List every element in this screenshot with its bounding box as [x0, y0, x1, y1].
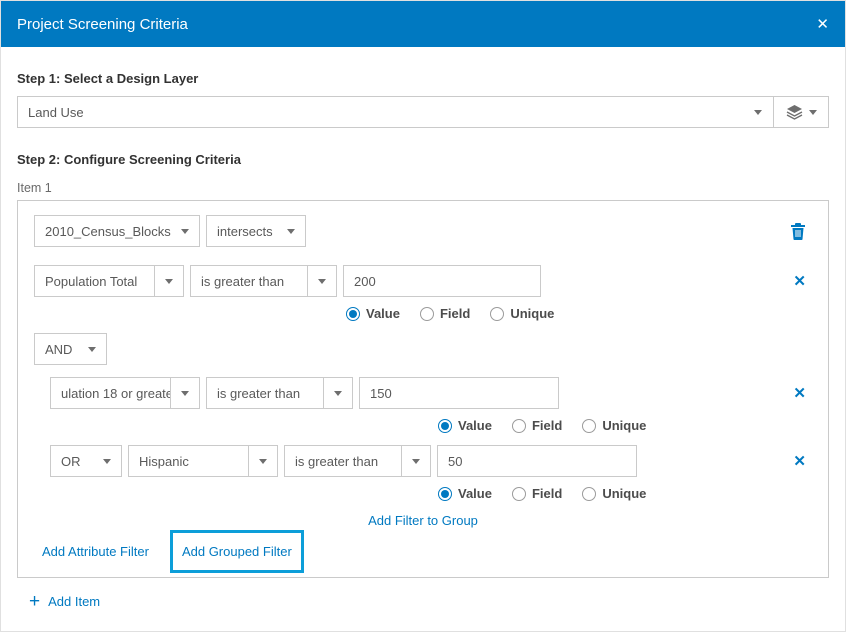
- add-filter-to-group-link[interactable]: Add Filter to Group: [368, 513, 478, 528]
- add-grouped-filter-link[interactable]: Add Grouped Filter: [182, 544, 292, 559]
- project-screening-dialog: Project Screening Criteria ✕ Step 1: Sel…: [0, 0, 846, 632]
- dialog-title: Project Screening Criteria: [17, 16, 188, 33]
- chevron-down-icon: [171, 216, 199, 246]
- filter1-mode-radios: Value Field Unique: [346, 306, 812, 321]
- spatial-relation-value: intersects: [207, 216, 277, 246]
- add-item-label: Add Item: [48, 594, 100, 609]
- layers-icon: [786, 104, 803, 120]
- item-label: Item 1: [17, 181, 829, 195]
- chevron-down-icon: [170, 378, 199, 408]
- add-grouped-filter-highlight: Add Grouped Filter: [170, 530, 304, 573]
- radio-value-label: Value: [458, 418, 492, 433]
- filter3-field-dropdown[interactable]: Hispanic: [128, 445, 278, 477]
- radio-field-label: Field: [440, 306, 470, 321]
- radio-option-unique[interactable]: Unique: [582, 418, 646, 433]
- radio-icon[interactable]: [582, 419, 596, 433]
- radio-icon[interactable]: [512, 487, 526, 501]
- radio-icon[interactable]: [582, 487, 596, 501]
- filter-group: ulation 18 or greater is greater than ✕ …: [50, 377, 812, 501]
- filter2-field-value: ulation 18 or greater: [51, 378, 170, 408]
- radio-value-label: Value: [366, 306, 400, 321]
- filter3-value-input[interactable]: [437, 445, 637, 477]
- dialog-header: Project Screening Criteria ✕: [1, 1, 845, 47]
- filter2-row: ulation 18 or greater is greater than ✕: [50, 377, 812, 409]
- radio-icon[interactable]: [512, 419, 526, 433]
- filter3-mode-radios: Value Field Unique: [438, 486, 812, 501]
- group-conjunction-row: AND: [34, 333, 812, 365]
- add-item-button[interactable]: + Add Item: [29, 592, 829, 611]
- filter3-row: OR Hispanic is greater than ✕: [50, 445, 812, 477]
- radio-option-field[interactable]: Field: [512, 418, 562, 433]
- chevron-down-icon: [323, 378, 352, 408]
- filter1-operator-value: is greater than: [191, 266, 307, 296]
- filter2-operator-dropdown[interactable]: is greater than: [206, 377, 353, 409]
- radio-option-field[interactable]: Field: [420, 306, 470, 321]
- filter1-row: Population Total is greater than ✕: [34, 265, 812, 297]
- chevron-down-icon: [248, 446, 277, 476]
- filter2-field-dropdown[interactable]: ulation 18 or greater: [50, 377, 200, 409]
- radio-option-unique[interactable]: Unique: [582, 486, 646, 501]
- filter3-operator-dropdown[interactable]: is greater than: [284, 445, 431, 477]
- filter3-operator-value: is greater than: [285, 446, 401, 476]
- chevron-down-icon[interactable]: [743, 97, 773, 127]
- radio-option-unique[interactable]: Unique: [490, 306, 554, 321]
- layer-relation-row: 2010_Census_Blocks intersects: [34, 215, 812, 247]
- add-filter-to-group-row: Add Filter to Group: [34, 513, 812, 528]
- layer-options-button[interactable]: [773, 97, 828, 127]
- radio-option-value[interactable]: Value: [346, 306, 400, 321]
- remove-filter3-icon[interactable]: ✕: [793, 454, 812, 469]
- filter3-conjunction-dropdown[interactable]: OR: [50, 445, 122, 477]
- radio-unique-label: Unique: [602, 418, 646, 433]
- chevron-down-icon: [809, 110, 817, 115]
- design-layer-value: Land Use: [18, 97, 743, 127]
- design-layer-select[interactable]: Land Use: [17, 96, 829, 128]
- group-conjunction-value: AND: [35, 334, 78, 364]
- target-layer-value: 2010_Census_Blocks: [35, 216, 171, 246]
- filter1-operator-dropdown[interactable]: is greater than: [190, 265, 337, 297]
- chevron-down-icon: [401, 446, 430, 476]
- radio-selected-icon[interactable]: [438, 419, 452, 433]
- chevron-down-icon: [277, 216, 305, 246]
- dialog-body: Step 1: Select a Design Layer Land Use S…: [1, 47, 845, 611]
- filter2-mode-radios: Value Field Unique: [438, 418, 812, 433]
- radio-option-value[interactable]: Value: [438, 418, 492, 433]
- radio-icon[interactable]: [490, 307, 504, 321]
- radio-unique-label: Unique: [510, 306, 554, 321]
- step1-heading: Step 1: Select a Design Layer: [17, 71, 829, 86]
- step2-heading: Step 2: Configure Screening Criteria: [17, 152, 829, 167]
- chevron-down-icon: [78, 334, 106, 364]
- add-attribute-filter-link[interactable]: Add Attribute Filter: [42, 544, 149, 559]
- radio-icon[interactable]: [420, 307, 434, 321]
- filter1-field-value: Population Total: [35, 266, 154, 296]
- plus-icon: +: [29, 592, 40, 611]
- radio-unique-label: Unique: [602, 486, 646, 501]
- target-layer-dropdown[interactable]: 2010_Census_Blocks: [34, 215, 200, 247]
- radio-value-label: Value: [458, 486, 492, 501]
- panel-bottom-links: Add Attribute Filter Add Grouped Filter: [34, 530, 812, 573]
- delete-item-button[interactable]: [790, 222, 812, 240]
- radio-field-label: Field: [532, 418, 562, 433]
- group-conjunction-dropdown[interactable]: AND: [34, 333, 107, 365]
- radio-option-field[interactable]: Field: [512, 486, 562, 501]
- radio-selected-icon[interactable]: [346, 307, 360, 321]
- radio-field-label: Field: [532, 486, 562, 501]
- chevron-down-icon: [307, 266, 336, 296]
- trash-icon: [790, 222, 806, 240]
- filter2-value-input[interactable]: [359, 377, 559, 409]
- filter1-value-input[interactable]: [343, 265, 541, 297]
- filter1-field-dropdown[interactable]: Population Total: [34, 265, 184, 297]
- filter3-conjunction-value: OR: [51, 446, 93, 476]
- chevron-down-icon: [93, 446, 121, 476]
- radio-selected-icon[interactable]: [438, 487, 452, 501]
- filter3-field-value: Hispanic: [129, 446, 248, 476]
- spatial-relation-dropdown[interactable]: intersects: [206, 215, 306, 247]
- close-icon[interactable]: ✕: [816, 17, 829, 32]
- chevron-down-icon: [154, 266, 183, 296]
- filter2-operator-value: is greater than: [207, 378, 323, 408]
- criteria-panel: 2010_Census_Blocks intersects: [17, 200, 829, 578]
- remove-filter1-icon[interactable]: ✕: [793, 274, 812, 289]
- radio-option-value[interactable]: Value: [438, 486, 492, 501]
- remove-filter2-icon[interactable]: ✕: [793, 386, 812, 401]
